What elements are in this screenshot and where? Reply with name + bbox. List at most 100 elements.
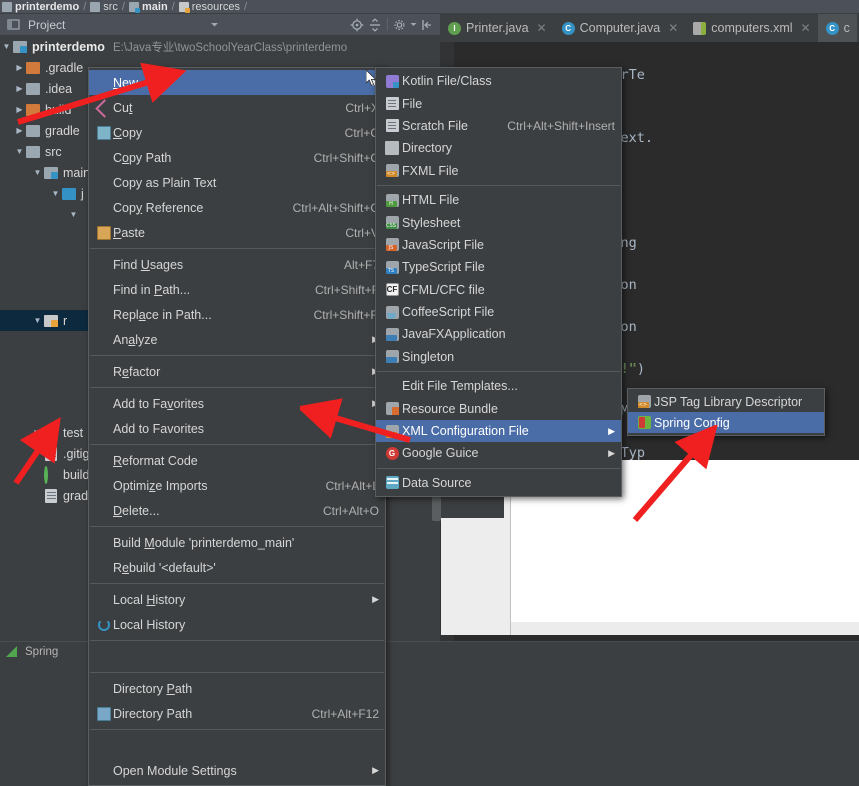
submenu-item-stylesheet[interactable]: CSS Stylesheet (376, 211, 621, 233)
menu-item-find-usages[interactable]: Find Usages Alt+F7 (89, 252, 385, 277)
tab-printer-java[interactable]: I Printer.java ✕ (440, 14, 554, 42)
menu-item-cut[interactable]: Cut Ctrl+X (89, 95, 385, 120)
menu-label: New (113, 75, 139, 90)
menu-item-replace-in-path[interactable]: Replace in Path... Ctrl+Shift+R (89, 302, 385, 327)
submenu-item-coffeescript-file[interactable]: CoffeeScript File (376, 301, 621, 323)
hide-panel-icon[interactable] (418, 16, 436, 34)
submenu-item-singleton[interactable]: Singleton (376, 346, 621, 368)
tab-computer-java[interactable]: C Computer.java ✕ (554, 14, 686, 42)
breadcrumb-item-main[interactable]: main (128, 1, 168, 13)
breadcrumb-separator: / (244, 0, 248, 13)
menu-item-analyze[interactable]: Analyze ▶ (89, 327, 385, 352)
data-source-icon (382, 476, 402, 490)
menu-item-build-module[interactable]: Build Module 'printerdemo_main' (89, 530, 385, 555)
editor-tabs[interactable]: I Printer.java ✕ C Computer.java ✕ compu… (440, 14, 859, 42)
cut-icon (95, 101, 113, 115)
java-folder-icon (62, 187, 76, 200)
submenu-item-scratch-file[interactable]: Scratch File Ctrl+Alt+Shift+Insert (376, 115, 621, 137)
tree-expander-icon[interactable]: ▶ (13, 126, 26, 135)
context-menu[interactable]: New ▶ Cut Ctrl+X Copy Ctrl+C Copy Path C… (88, 67, 386, 786)
menu-separator (90, 526, 384, 527)
tree-expander-icon[interactable]: ▼ (49, 189, 62, 198)
gear-dropdown-arrow-icon[interactable] (409, 16, 418, 34)
menu-item-show-image-thumbnails[interactable]: Add to Favorites (89, 416, 385, 441)
submenu-item-kotlin-file-class[interactable]: Kotlin File/Class (376, 70, 621, 92)
submenu-item-javascript-file[interactable]: JS JavaScript File (376, 234, 621, 256)
project-window-icon (4, 16, 22, 34)
menu-item-directory-path[interactable]: Directory Path (89, 676, 385, 701)
menu-item-copy-path[interactable]: Copy Path Ctrl+Shift+C (89, 145, 385, 170)
java-interface-icon: I (448, 21, 461, 35)
close-icon[interactable]: ✕ (668, 21, 678, 35)
menu-label: FXML File (402, 163, 459, 178)
tree-expander-icon[interactable]: ▼ (0, 42, 13, 51)
new-submenu[interactable]: Kotlin File/Class File Scratch File Ctrl… (375, 67, 622, 498)
menu-separator (90, 672, 384, 673)
tree-expander-icon[interactable]: ▶ (13, 63, 26, 72)
menu-item-mark-directory-as[interactable]: Open Module Settings ▶ (89, 758, 385, 783)
menu-item-reformat-code[interactable]: Reformat Code (89, 448, 385, 473)
menu-item-delete[interactable]: Delete... Ctrl+Alt+O (89, 498, 385, 523)
menu-item-refactor[interactable]: Refactor ▶ (89, 359, 385, 384)
tab-computers-xml[interactable]: computers.xml ✕ (685, 14, 817, 42)
css-file-icon: CSS (382, 216, 402, 230)
breadcrumb-item-src[interactable]: src (90, 1, 118, 13)
status-spring-label[interactable]: Spring (25, 646, 58, 658)
menu-label: Directory Path (113, 706, 193, 721)
menu-item-rebuild[interactable]: Rebuild '<default>' (89, 555, 385, 580)
submenu-item-cfml-cfc-file[interactable]: CF CFML/CFC file (376, 279, 621, 301)
tree-root-printerdemo[interactable]: ▼ printerdemo E:\Java专业\twoSchoolYearCla… (0, 36, 440, 57)
menu-item-synchronize[interactable]: Local History (89, 612, 385, 637)
tree-expander-icon[interactable]: ▶ (31, 428, 44, 437)
menu-label: Analyze (113, 332, 158, 347)
submenu-item-html-file[interactable]: H HTML File (376, 189, 621, 211)
menu-item-copy-reference[interactable]: Copy Reference Ctrl+Alt+Shift+C (89, 195, 385, 220)
tree-expander-icon[interactable]: ▶ (13, 105, 26, 114)
submenu-item-spring-config[interactable]: Spring Config (628, 412, 824, 433)
menu-item-copy[interactable]: Copy Ctrl+C (89, 120, 385, 145)
submenu-item-google-guice[interactable]: G Google Guice ▶ (376, 442, 621, 464)
menu-label: Kotlin File/Class (402, 74, 492, 89)
tree-expander-icon[interactable]: ▼ (31, 316, 44, 325)
xml-configuration-submenu[interactable]: <> JSP Tag Library Descriptor Spring Con… (627, 388, 825, 436)
submenu-item-javafx-application[interactable]: JavaFXApplication (376, 323, 621, 345)
submenu-item-fxml-file[interactable]: <> FXML File (376, 160, 621, 182)
submenu-item-edit-file-templates[interactable]: Edit File Templates... (376, 375, 621, 397)
menu-label: Rebuild '<default>' (113, 560, 216, 575)
menu-label: Directory Path (113, 681, 193, 696)
menu-item-add-to-favorites[interactable]: Add to Favorites ▶ (89, 391, 385, 416)
tree-expander-icon[interactable]: ▶ (13, 84, 26, 93)
menu-item-show-in-explorer[interactable] (89, 644, 385, 669)
breadcrumb-item-printerdemo[interactable]: printerdemo (2, 1, 79, 13)
coffeescript-file-icon (382, 305, 402, 319)
breadcrumb-item-resources[interactable]: resources (178, 1, 240, 13)
menu-item-open-module-settings[interactable] (89, 733, 385, 758)
menu-item-new[interactable]: New ▶ (89, 70, 385, 95)
chevron-right-icon: ▶ (608, 447, 615, 458)
submenu-item-typescript-file[interactable]: TS TypeScript File (376, 256, 621, 278)
chevron-down-icon[interactable] (205, 16, 223, 34)
collapse-all-icon[interactable] (366, 16, 384, 34)
close-icon[interactable]: ✕ (537, 21, 547, 35)
submenu-item-file[interactable]: File (376, 92, 621, 114)
menu-item-paste[interactable]: Paste Ctrl+V (89, 220, 385, 245)
submenu-item-data-source[interactable]: Data Source (376, 472, 621, 494)
submenu-item-directory[interactable]: Directory (376, 137, 621, 159)
close-icon[interactable]: ✕ (801, 21, 811, 35)
tree-expander-icon[interactable]: ▼ (31, 168, 44, 177)
menu-item-local-history[interactable]: Local History ▶ (89, 587, 385, 612)
menu-item-compare-with[interactable]: Directory Path Ctrl+Alt+F12 (89, 701, 385, 726)
menu-item-copy-as-plain-text[interactable]: Copy as Plain Text (89, 170, 385, 195)
submenu-item-resource-bundle[interactable]: Resource Bundle (376, 397, 621, 419)
tree-expander-icon[interactable]: ▼ (67, 210, 80, 219)
javafx-app-icon (382, 327, 402, 341)
menu-label: Find in Path... (113, 282, 191, 297)
tab-computer-test[interactable]: C c (817, 14, 857, 42)
target-icon[interactable] (348, 16, 366, 34)
submenu-item-xml-configuration-file[interactable]: <> XML Configuration File ▶ (376, 419, 621, 443)
gear-icon[interactable] (391, 16, 409, 34)
submenu-item-jsp-tag-library-descriptor[interactable]: <> JSP Tag Library Descriptor (628, 391, 824, 412)
menu-item-find-in-path[interactable]: Find in Path... Ctrl+Shift+F (89, 277, 385, 302)
tree-expander-icon[interactable]: ▼ (13, 147, 26, 156)
menu-item-optimize-imports[interactable]: Optimize Imports Ctrl+Alt+L (89, 473, 385, 498)
